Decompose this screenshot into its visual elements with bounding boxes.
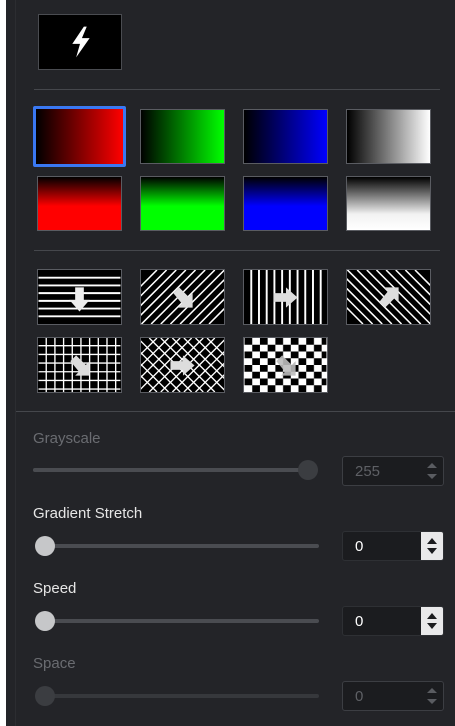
space-slider-handle[interactable] bbox=[35, 686, 55, 706]
gradient-preset-white-to-black[interactable] bbox=[346, 176, 431, 231]
gradient-preset-black-to-green[interactable] bbox=[140, 109, 225, 164]
vertical-lines-pattern bbox=[250, 270, 322, 324]
grayscale-value: 255 bbox=[355, 463, 381, 480]
space-label: Space bbox=[33, 655, 76, 672]
horizontal-lines-pattern bbox=[38, 276, 121, 318]
grayscale-label: Grayscale bbox=[33, 430, 101, 447]
arrow-up-right-icon bbox=[379, 287, 399, 308]
grayscale-spinbox[interactable]: 255 bbox=[342, 456, 444, 486]
speed-value: 0 bbox=[355, 613, 364, 630]
space-slider-track[interactable] bbox=[36, 694, 319, 698]
increment-arrow-icon[interactable] bbox=[427, 613, 437, 619]
arrow-down-right-icon bbox=[70, 355, 90, 376]
grayscale-slider-fill bbox=[33, 468, 308, 472]
space-value: 0 bbox=[355, 688, 364, 705]
grayscale-stepper[interactable] bbox=[421, 457, 443, 485]
grayscale-slider-handle[interactable] bbox=[298, 460, 318, 480]
divider bbox=[34, 250, 440, 251]
gradient-preset-blue-to-black[interactable] bbox=[243, 176, 328, 231]
gradient-preset-red-to-black[interactable] bbox=[37, 176, 122, 231]
pattern-preset-diagonal-lines-moving-up-right[interactable] bbox=[346, 269, 431, 325]
gradient-preset-black-to-white[interactable] bbox=[346, 109, 431, 164]
gradient-stretch-value: 0 bbox=[355, 538, 364, 555]
speed-slider-handle[interactable] bbox=[35, 611, 55, 631]
panel-divider bbox=[15, 0, 16, 726]
gradient-swatch bbox=[244, 177, 327, 230]
gradient-swatch bbox=[347, 177, 430, 230]
gradient-swatch bbox=[38, 177, 121, 230]
decrement-arrow-icon[interactable] bbox=[427, 699, 437, 704]
pattern-preset-grid-moving-down-right[interactable] bbox=[37, 337, 122, 393]
speed-slider-track[interactable] bbox=[36, 619, 319, 623]
space-spinbox[interactable]: 0 bbox=[342, 681, 444, 711]
pattern-preset-vertical-lines-moving-right[interactable] bbox=[243, 269, 328, 325]
speed-stepper[interactable] bbox=[421, 607, 443, 635]
diagonal-lines-pattern bbox=[347, 270, 430, 324]
increment-arrow-icon[interactable] bbox=[427, 463, 437, 468]
increment-arrow-icon[interactable] bbox=[427, 688, 437, 693]
checkerboard-pattern bbox=[244, 338, 327, 392]
grid-pattern bbox=[38, 338, 121, 392]
diagonal-lines-pattern bbox=[141, 270, 224, 324]
gradient-preset-green-to-black[interactable] bbox=[140, 176, 225, 231]
gradient-swatch bbox=[244, 110, 327, 163]
gradient-swatch bbox=[141, 110, 224, 163]
gradient-preset-black-to-red[interactable] bbox=[33, 106, 126, 167]
gradient-preset-black-to-blue[interactable] bbox=[243, 109, 328, 164]
divider bbox=[34, 89, 440, 90]
increment-arrow-icon[interactable] bbox=[427, 538, 437, 544]
lightning-bolt-icon bbox=[72, 26, 90, 58]
gradient-stretch-slider-track[interactable] bbox=[36, 544, 319, 548]
speed-label: Speed bbox=[33, 580, 77, 597]
gradient-stretch-label: Gradient Stretch bbox=[33, 505, 143, 522]
diagonal-grid-pattern bbox=[141, 338, 224, 392]
decrement-arrow-icon[interactable] bbox=[427, 548, 437, 554]
flash-button[interactable] bbox=[38, 14, 122, 70]
pattern-preset-diagonal-lines-moving-down-right[interactable] bbox=[140, 269, 225, 325]
divider bbox=[16, 411, 455, 412]
pattern-preset-horizontal-lines-moving-down[interactable] bbox=[37, 269, 122, 325]
gradient-swatch bbox=[36, 109, 123, 164]
arrow-down-right-icon bbox=[173, 287, 193, 308]
decrement-arrow-icon[interactable] bbox=[427, 474, 437, 479]
gradient-stretch-stepper[interactable] bbox=[421, 532, 443, 560]
gradient-swatch bbox=[347, 110, 430, 163]
gradient-stretch-slider-handle[interactable] bbox=[35, 536, 55, 556]
pattern-preset-checkerboard-moving-down-right[interactable] bbox=[243, 337, 328, 393]
arrow-right-icon bbox=[273, 287, 298, 308]
decrement-arrow-icon[interactable] bbox=[427, 623, 437, 629]
pattern-preset-diagonal-grid-moving-right[interactable] bbox=[140, 337, 225, 393]
speed-spinbox[interactable]: 0 bbox=[342, 606, 444, 636]
gradient-swatch bbox=[141, 177, 224, 230]
space-stepper[interactable] bbox=[421, 682, 443, 710]
gradient-stretch-spinbox[interactable]: 0 bbox=[342, 531, 444, 561]
